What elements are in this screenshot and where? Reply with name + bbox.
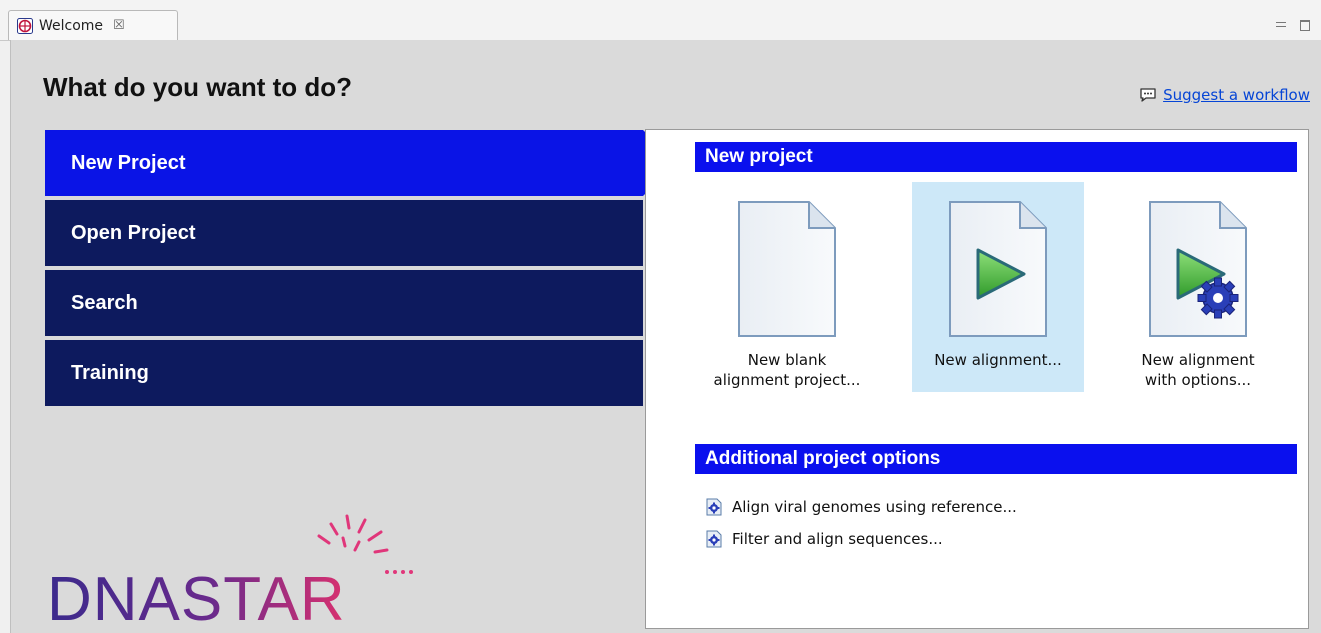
option-label: Filter and align sequences... xyxy=(732,530,943,548)
nav-item-search[interactable]: Search xyxy=(45,270,643,336)
nav-item-new-project[interactable]: New Project xyxy=(45,130,643,196)
maximize-icon[interactable] xyxy=(1300,20,1310,31)
nav-item-open-project[interactable]: Open Project xyxy=(45,200,643,266)
suggest-workflow-link[interactable]: Suggest a workflow xyxy=(1163,86,1310,104)
svg-text:DNASTAR: DNASTAR xyxy=(47,565,346,630)
nav-item-label: Training xyxy=(71,361,149,384)
nav-item-label: Open Project xyxy=(71,221,196,244)
welcome-nav: New Project Open Project Search Training xyxy=(45,130,643,410)
minimize-icon[interactable] xyxy=(1276,22,1286,27)
globe-icon xyxy=(17,17,33,34)
blank-document-icon xyxy=(738,201,836,337)
nav-item-label: New Project xyxy=(71,151,186,174)
welcome-page: What do you want to do? Suggest a workfl… xyxy=(10,40,1321,633)
document-play-icon xyxy=(949,201,1047,337)
align-viral-genomes-option[interactable]: Align viral genomes using reference... xyxy=(706,498,1017,516)
tile-label: New blank alignment project... xyxy=(713,351,861,389)
suggest-workflow: Suggest a workflow xyxy=(1139,86,1310,104)
tab-title: Welcome xyxy=(39,17,104,34)
workflow-gear-icon xyxy=(706,530,722,548)
document-play-gear-icon xyxy=(1149,201,1247,337)
option-label: Align viral genomes using reference... xyxy=(732,498,1017,516)
nav-item-training[interactable]: Training xyxy=(45,340,643,406)
tab-welcome[interactable]: Welcome ☒ xyxy=(8,10,178,40)
additional-options-section-header: Additional project options xyxy=(695,444,1297,474)
tile-label: New alignment with options... xyxy=(1141,351,1255,389)
filter-and-align-option[interactable]: Filter and align sequences... xyxy=(706,530,943,548)
new-alignment-tile[interactable]: New alignment... xyxy=(912,182,1084,392)
new-blank-alignment-tile[interactable]: New blank alignment project... xyxy=(701,182,873,392)
page-title: What do you want to do? xyxy=(43,72,353,102)
nav-item-label: Search xyxy=(71,291,138,314)
dnastar-logo: DNASTAR xyxy=(47,514,413,630)
tile-label: New alignment... xyxy=(934,351,1062,369)
workflow-gear-icon xyxy=(706,498,722,516)
editor-tab-strip: Welcome ☒ xyxy=(0,0,1321,41)
new-project-panel: New project New blank alignment project.… xyxy=(645,129,1309,629)
close-icon[interactable]: ☒ xyxy=(113,18,125,33)
speech-bubble-icon xyxy=(1140,88,1156,102)
new-alignment-with-options-tile[interactable]: New alignment with options... xyxy=(1112,182,1284,392)
new-project-section-header: New project xyxy=(695,142,1297,172)
